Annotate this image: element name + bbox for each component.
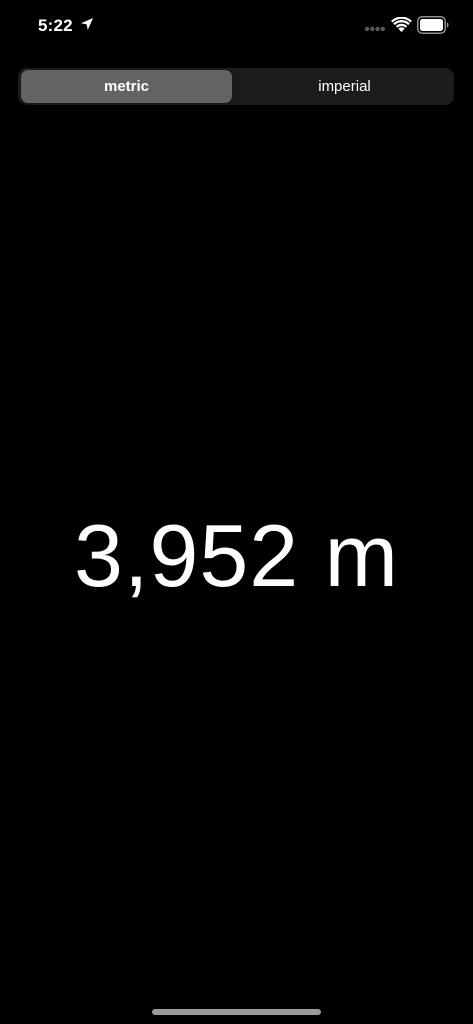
unit-segmented-control: metric imperial — [18, 68, 454, 105]
distance-readout: 3,952 m — [74, 506, 399, 605]
home-indicator[interactable] — [152, 1009, 321, 1015]
segment-imperial[interactable]: imperial — [238, 70, 451, 103]
wifi-icon — [391, 17, 412, 32]
status-time: 5:22 — [38, 16, 73, 35]
status-bar: 5:22 — [0, 0, 473, 52]
signal-dots-icon — [364, 26, 386, 32]
battery-icon — [417, 16, 449, 34]
location-arrow-icon — [81, 18, 93, 30]
segment-metric[interactable]: metric — [21, 70, 232, 103]
